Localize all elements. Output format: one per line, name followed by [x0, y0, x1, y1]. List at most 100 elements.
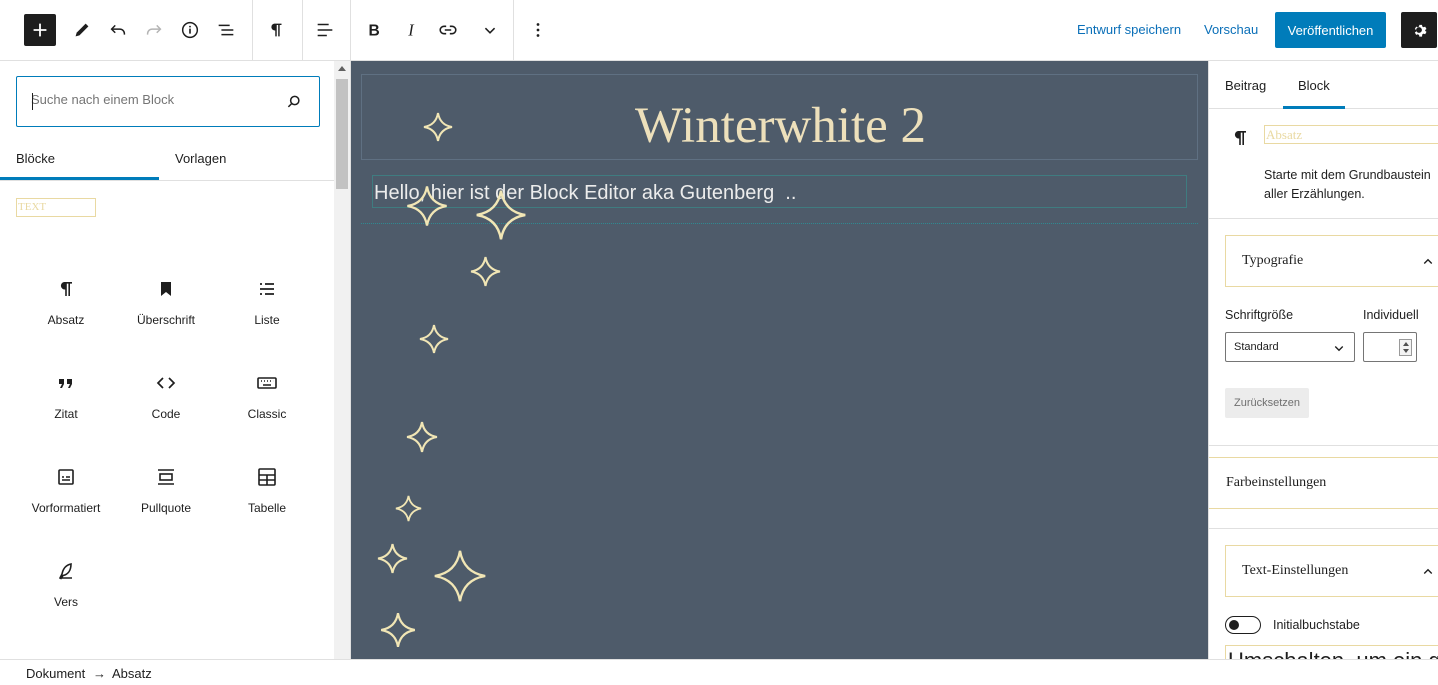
table-icon	[258, 468, 276, 486]
editor-toolbar: B I Entwurf speichern Vorschau Veröffent…	[0, 0, 1438, 61]
sparkle-icon	[470, 256, 501, 287]
save-draft-button[interactable]: Entwurf speichern	[1077, 22, 1181, 37]
text-settings-panel-toggle[interactable]: Text-Einstellungen	[1225, 545, 1438, 597]
block-item-pullquote[interactable]: Pullquote	[116, 449, 216, 529]
post-title-block[interactable]: Winterwhite 2	[361, 74, 1198, 160]
active-tab-indicator	[0, 177, 159, 180]
preview-button[interactable]: Vorschau	[1204, 22, 1258, 37]
scroll-up-arrow[interactable]	[338, 66, 346, 71]
sparkle-icon	[419, 324, 449, 354]
font-size-label: Schriftgröße	[1225, 308, 1294, 322]
block-item-label: Vers	[53, 595, 78, 609]
color-settings-panel-toggle[interactable]: Farbeinstellungen	[1209, 457, 1438, 509]
more-formats-button[interactable]	[474, 14, 506, 46]
panel-title: Typografie	[1242, 253, 1304, 268]
block-item-paragraph[interactable]: Absatz	[16, 261, 116, 341]
block-search-input[interactable]	[31, 92, 271, 107]
block-item-label: Überschrift	[136, 313, 195, 327]
list-view-icon	[218, 24, 234, 36]
font-size-select[interactable]: Standard	[1225, 332, 1355, 362]
italic-button[interactable]: I	[395, 14, 427, 46]
sparkle-icon	[380, 612, 416, 648]
bold-icon: B	[369, 23, 380, 40]
block-item-quote[interactable]: Zitat	[16, 355, 116, 435]
sparkle-icon	[476, 190, 526, 240]
sparkle-icon	[423, 112, 453, 142]
block-inserter: Blöcke Vorlagen TEXT Absatz Überschrift …	[0, 61, 334, 659]
add-block-button[interactable]	[24, 14, 56, 46]
align-left-icon	[317, 23, 333, 37]
tools-button[interactable]	[66, 14, 98, 46]
tab-patterns[interactable]: Vorlagen	[175, 151, 226, 166]
custom-size-label: Individuell	[1363, 308, 1419, 322]
keyboard-icon	[257, 377, 277, 389]
undo-icon	[110, 24, 126, 35]
list-view-button[interactable]	[210, 14, 242, 46]
post-title[interactable]: Winterwhite 2	[362, 97, 1199, 155]
breadcrumb-arrow: →	[93, 666, 106, 681]
inserter-tabs: Blöcke Vorlagen	[0, 143, 334, 181]
plus-icon	[33, 23, 47, 37]
block-card-title: Absatz	[1264, 125, 1438, 144]
settings-button[interactable]	[1401, 12, 1437, 48]
quote-icon	[59, 379, 72, 388]
block-item-list[interactable]: Liste	[217, 261, 317, 341]
editor-canvas: Winterwhite 2 Hello, hier ist der Block …	[351, 61, 1208, 659]
publish-button[interactable]: Veröffentlichen	[1275, 12, 1386, 48]
tab-blocks[interactable]: Blöcke	[16, 151, 55, 166]
reset-button[interactable]: Zurücksetzen	[1225, 388, 1309, 418]
chevron-up-icon	[1423, 258, 1433, 264]
block-category-label: TEXT	[16, 198, 96, 217]
block-item-label: Vorformatiert	[31, 501, 101, 515]
block-search[interactable]	[16, 76, 320, 127]
paragraph-icon	[1234, 131, 1246, 145]
scrollbar-thumb[interactable]	[336, 79, 348, 189]
sparkle-icon	[395, 495, 422, 522]
block-item-heading[interactable]: Überschrift	[116, 261, 216, 341]
block-item-code[interactable]: Code	[116, 355, 216, 435]
tab-post[interactable]: Beitrag	[1225, 78, 1266, 93]
drop-cap-help: Umschalten, um ein gr	[1225, 645, 1438, 659]
block-item-label: Code	[151, 407, 181, 421]
number-spinner[interactable]	[1399, 339, 1412, 356]
link-button[interactable]	[432, 14, 464, 46]
toolbar-separator	[350, 0, 351, 61]
panel-divider	[1209, 528, 1438, 529]
tab-block[interactable]: Block	[1298, 78, 1330, 93]
redo-button[interactable]	[138, 14, 170, 46]
block-item-classic[interactable]: Classic	[217, 355, 317, 435]
panel-divider	[1209, 445, 1438, 446]
italic-icon: I	[407, 21, 415, 40]
drop-cap-toggle[interactable]	[1225, 616, 1261, 634]
chevron-down-icon	[484, 27, 496, 34]
align-button[interactable]	[309, 14, 341, 46]
block-item-table[interactable]: Tabelle	[217, 449, 317, 529]
block-type-button[interactable]	[260, 14, 292, 46]
list-icon	[260, 283, 274, 295]
sparkle-icon	[407, 186, 447, 226]
drop-cap-label: Initialbuchstabe	[1273, 618, 1360, 632]
redo-icon	[146, 24, 162, 35]
breadcrumb-paragraph[interactable]: Absatz	[112, 666, 152, 681]
svg-text:B: B	[369, 23, 380, 40]
toolbar-separator	[252, 0, 253, 61]
paragraph-icon	[271, 23, 282, 37]
details-button[interactable]	[174, 14, 206, 46]
block-item-preformatted[interactable]: Vorformatiert	[16, 449, 116, 529]
block-item-label: Absatz	[47, 313, 85, 327]
info-icon	[181, 21, 199, 39]
pencil-icon	[75, 23, 89, 37]
preformatted-icon	[58, 469, 74, 485]
settings-sidebar: Beitrag Block Absatz Starte mit dem Grun…	[1208, 61, 1438, 659]
inserter-scrollbar[interactable]	[334, 61, 351, 659]
bold-button[interactable]: B	[358, 14, 390, 46]
custom-size-input[interactable]	[1363, 332, 1417, 362]
block-item-verse[interactable]: Vers	[16, 543, 116, 623]
typography-panel-toggle[interactable]: Typografie	[1225, 235, 1438, 287]
breadcrumb-document[interactable]: Dokument	[26, 666, 85, 681]
sparkle-icon	[434, 550, 486, 602]
bookmark-icon	[161, 282, 171, 296]
undo-button[interactable]	[102, 14, 134, 46]
more-options-button[interactable]	[522, 14, 554, 46]
block-breadcrumb: Dokument → Absatz	[0, 659, 1438, 685]
